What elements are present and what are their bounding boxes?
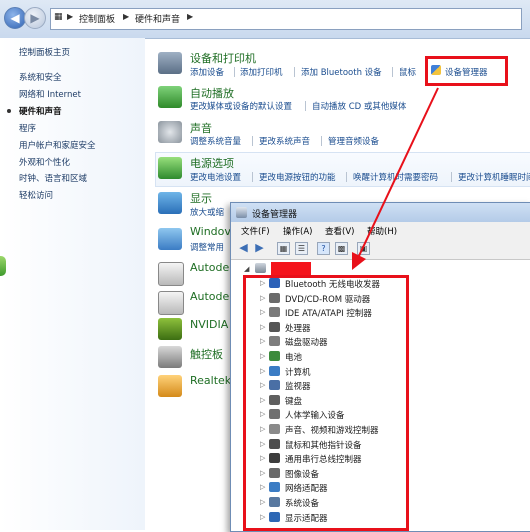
back-button[interactable]: ◀: [4, 7, 26, 29]
category-autoplay[interactable]: 自动播放: [190, 85, 234, 101]
change-sleep-time-link[interactable]: 更改计算机睡眠时间: [458, 171, 530, 183]
display-icon: [158, 192, 182, 214]
nav-clock-language-region[interactable]: 时钟、语言和区域: [19, 172, 87, 184]
manage-audio-devices-link[interactable]: 管理音频设备: [328, 135, 379, 147]
category-power-options[interactable]: 电源选项: [190, 155, 234, 171]
collapse-arrow-icon[interactable]: ◢: [244, 265, 249, 273]
toolbar: ◀ ▶ ▦ ☰ ? ▩ ▣: [231, 239, 530, 260]
add-bluetooth-link[interactable]: 添加 Bluetooth 设备: [301, 66, 382, 78]
category-autodesk-2[interactable]: Autode: [190, 290, 229, 303]
properties-icon[interactable]: ▦: [277, 242, 290, 255]
computer-icon: [255, 263, 266, 273]
autodesk-icon: [158, 291, 184, 315]
address-toolbar: ◀ ▶ ▦ ▶ 控制面板 ▶ 硬件和声音 ▶: [0, 0, 530, 39]
window-title-bar[interactable]: 设备管理器: [231, 203, 530, 222]
help-icon[interactable]: ?: [317, 242, 330, 255]
link-separator: [252, 172, 253, 182]
chevron-right-icon: ▶: [123, 12, 130, 21]
menu-bar: 文件(F) 操作(A) 查看(V) 帮助(H): [231, 222, 530, 240]
change-power-button-link[interactable]: 更改电源按钮的功能: [259, 171, 336, 183]
category-nvidia[interactable]: NVIDIA: [190, 318, 228, 331]
link-separator: [346, 172, 347, 182]
redacted-computer-name: [271, 262, 311, 275]
menu-view[interactable]: 查看(V): [325, 225, 354, 237]
menu-file[interactable]: 文件(F): [241, 225, 270, 237]
breadcrumb-item[interactable]: 控制面板: [79, 12, 115, 25]
category-sound[interactable]: 声音: [190, 120, 212, 136]
link-separator: [252, 136, 253, 146]
magnify-link[interactable]: 放大或缩: [190, 206, 224, 218]
category-display[interactable]: 显示: [190, 190, 212, 206]
scan-hardware-icon[interactable]: ▣: [357, 242, 370, 255]
category-touchpad[interactable]: 触控板: [190, 346, 223, 362]
nav-network-internet[interactable]: 网络和 Internet: [19, 88, 81, 100]
breadcrumb-item[interactable]: 硬件和声音: [135, 12, 180, 25]
forward-arrow-icon[interactable]: ▶: [253, 242, 266, 255]
change-battery-settings-link[interactable]: 更改电池设置: [190, 171, 241, 183]
nav-programs[interactable]: 程序: [19, 122, 36, 134]
forward-button[interactable]: ▶: [24, 7, 46, 29]
left-navigation-pane: 控制面板主页 系统和安全 网络和 Internet 硬件和声音 程序 用户帐户和…: [0, 38, 145, 530]
link-separator: [305, 101, 306, 111]
link-separator: [321, 136, 322, 146]
back-arrow-icon[interactable]: ◀: [237, 242, 250, 255]
device-manager-window[interactable]: 设备管理器 文件(F) 操作(A) 查看(V) 帮助(H) ◀ ▶ ▦ ☰ ? …: [230, 202, 530, 532]
autoplay-cd-link[interactable]: 自动播放 CD 或其他媒体: [312, 100, 406, 112]
view-icon[interactable]: ▩: [335, 242, 348, 255]
touchpad-icon: [158, 346, 182, 368]
change-system-sounds-link[interactable]: 更改系统声音: [259, 135, 310, 147]
adjust-common-link[interactable]: 调整常用: [190, 241, 224, 253]
device-manager-icon: [236, 207, 247, 218]
annotation-box-device-list: [243, 275, 409, 531]
nav-system-security[interactable]: 系统和安全: [19, 71, 62, 83]
folder-icon: ▦: [54, 12, 63, 22]
category-realtek[interactable]: Realtek: [190, 374, 231, 387]
windows-mobility-icon: [158, 228, 182, 250]
menu-action[interactable]: 操作(A): [283, 225, 312, 237]
autoplay-icon: [158, 86, 182, 108]
require-password-link[interactable]: 唤醒计算机时需要密码: [353, 171, 438, 183]
category-devices-printers[interactable]: 设备和打印机: [190, 50, 256, 66]
current-item-bullet: [7, 109, 11, 113]
menu-help[interactable]: 帮助(H): [367, 225, 397, 237]
power-icon: [158, 157, 182, 179]
nav-hardware-sound[interactable]: 硬件和声音: [19, 105, 62, 117]
nav-appearance[interactable]: 外观和个性化: [19, 156, 70, 168]
realtek-icon: [158, 375, 182, 397]
autodesk-icon: [158, 262, 184, 286]
nav-control-panel-home[interactable]: 控制面板主页: [19, 46, 70, 58]
nav-user-accounts[interactable]: 用户帐户和家庭安全: [19, 139, 96, 151]
add-device-link[interactable]: 添加设备: [190, 66, 224, 78]
adjust-volume-link[interactable]: 调整系统音量: [190, 135, 241, 147]
desktop-gadget-edge: [0, 256, 6, 276]
link-separator: [392, 67, 393, 77]
link-separator: [234, 67, 235, 77]
category-windows[interactable]: Windov: [190, 225, 231, 238]
link-separator: [294, 67, 295, 77]
add-printer-link[interactable]: 添加打印机: [240, 66, 283, 78]
link-separator: [451, 172, 452, 182]
mouse-link[interactable]: 鼠标: [399, 66, 416, 78]
nvidia-icon: [158, 318, 182, 340]
category-autodesk-1[interactable]: Autode: [190, 261, 229, 274]
change-default-media-settings-link[interactable]: 更改媒体或设备的默认设置: [190, 100, 292, 112]
printer-icon: [158, 52, 182, 74]
window-title: 设备管理器: [252, 210, 298, 220]
annotation-box-device-manager-link: [425, 56, 508, 86]
address-bar[interactable]: ▦ ▶ 控制面板 ▶ 硬件和声音 ▶: [50, 8, 522, 30]
nav-ease-of-access[interactable]: 轻松访问: [19, 189, 53, 201]
chevron-right-icon: ▶: [67, 12, 74, 21]
chevron-right-icon: ▶: [187, 12, 194, 21]
list-icon[interactable]: ☰: [295, 242, 308, 255]
speaker-icon: [158, 121, 182, 143]
